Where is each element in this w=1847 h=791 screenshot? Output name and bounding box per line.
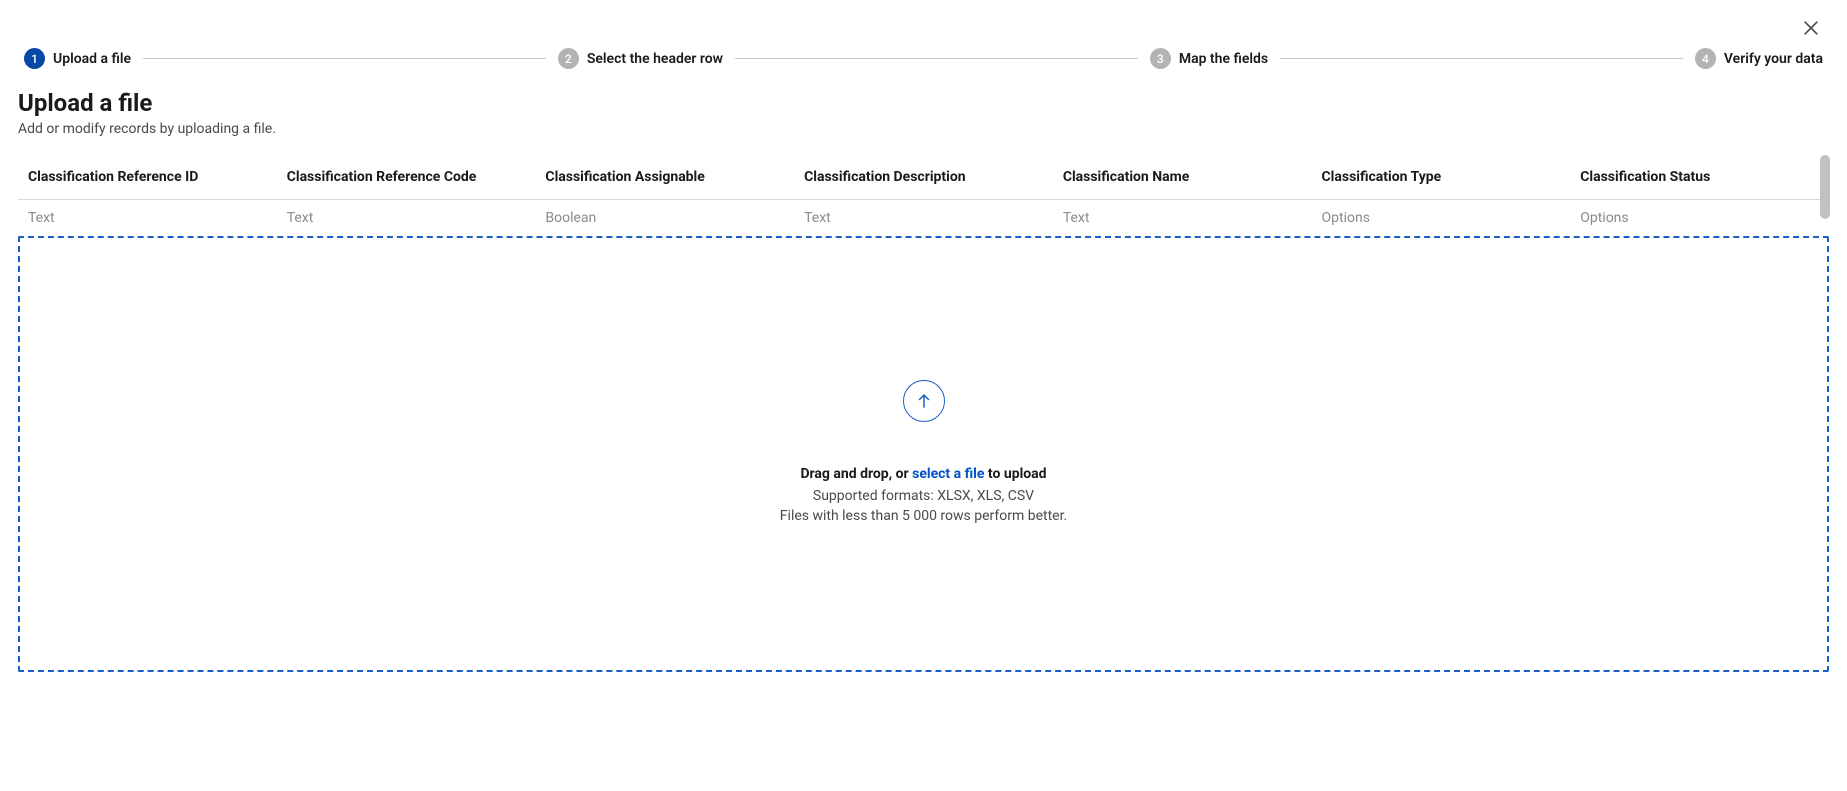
step-label: Verify your data: [1724, 51, 1823, 67]
column-header: Classification Reference ID: [18, 155, 277, 200]
step-number: 4: [1695, 48, 1716, 69]
dropzone-text-suffix: to upload: [984, 466, 1046, 482]
dropzone-text-prefix: Drag and drop, or: [800, 466, 912, 482]
column-type: Text: [794, 200, 1053, 233]
column-type: Text: [277, 200, 536, 233]
step-map-fields[interactable]: 3 Map the fields: [1150, 48, 1268, 69]
step-connector: [735, 58, 1138, 59]
step-label: Select the header row: [587, 51, 723, 67]
stepper: 1 Upload a file 2 Select the header row …: [24, 48, 1823, 69]
page-title: Upload a file: [18, 89, 1829, 117]
close-button[interactable]: [1799, 16, 1823, 40]
dropzone-formats: Supported formats: XLSX, XLS, CSV: [813, 488, 1034, 504]
step-number: 1: [24, 48, 45, 69]
step-number: 3: [1150, 48, 1171, 69]
column-type: Text: [18, 200, 277, 233]
step-select-header[interactable]: 2 Select the header row: [558, 48, 723, 69]
step-label: Map the fields: [1179, 51, 1268, 67]
step-number: 2: [558, 48, 579, 69]
column-header: Classification Type: [1312, 155, 1571, 200]
column-type: Boolean: [535, 200, 794, 233]
column-type: Options: [1312, 200, 1571, 233]
columns-table-wrapper: Classification Reference ID Classificati…: [18, 155, 1829, 232]
close-icon: [1801, 18, 1821, 38]
page-subtitle: Add or modify records by uploading a fil…: [18, 121, 1829, 137]
step-upload-file[interactable]: 1 Upload a file: [24, 48, 131, 69]
step-verify-data[interactable]: 4 Verify your data: [1695, 48, 1823, 69]
step-connector: [143, 58, 546, 59]
step-label: Upload a file: [53, 51, 131, 67]
column-header: Classification Status: [1570, 155, 1829, 200]
column-type: Text: [1053, 200, 1312, 233]
column-header: Classification Reference Code: [277, 155, 536, 200]
column-header: Classification Description: [794, 155, 1053, 200]
step-connector: [1280, 58, 1683, 59]
table-header-row: Classification Reference ID Classificati…: [18, 155, 1829, 200]
column-header: Classification Name: [1053, 155, 1312, 200]
table-scrollbar-thumb[interactable]: [1820, 155, 1830, 219]
columns-table: Classification Reference ID Classificati…: [18, 155, 1829, 232]
file-dropzone[interactable]: Drag and drop, or select a file to uploa…: [18, 236, 1829, 672]
select-file-link[interactable]: select a file: [912, 466, 984, 482]
dropzone-instruction: Drag and drop, or select a file to uploa…: [800, 466, 1046, 482]
table-type-row: Text Text Boolean Text Text Options Opti…: [18, 200, 1829, 233]
upload-icon: [903, 380, 945, 422]
dropzone-hint: Files with less than 5 000 rows perform …: [780, 508, 1067, 524]
column-type: Options: [1570, 200, 1829, 233]
column-header: Classification Assignable: [535, 155, 794, 200]
